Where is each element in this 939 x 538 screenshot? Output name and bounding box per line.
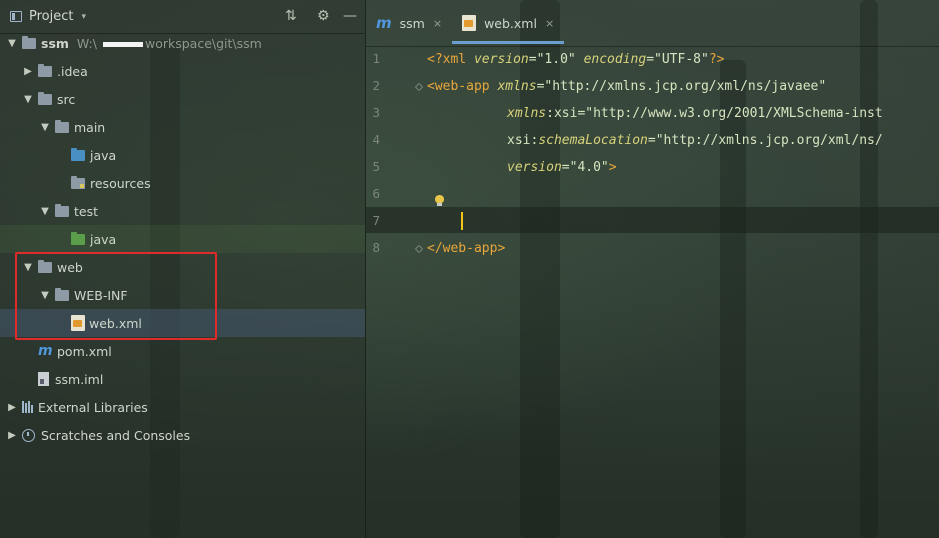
tree-item-label: java [90,147,117,163]
tree-item-main[interactable]: ▼ main [0,113,365,141]
line-number: 4 [372,132,380,147]
text-caret [461,212,463,230]
line-number: 6 [372,186,380,201]
tree-item-java-main[interactable]: java [0,141,365,169]
tree-item-scratches[interactable]: ▶ Scratches and Consoles [0,421,365,449]
tree-item-label: java [90,231,117,247]
chevron-down-icon[interactable]: ▼ [6,38,18,49]
tree-item-label: ssm.iml [55,371,104,387]
collapse-all-icon[interactable]: ⇅ [285,8,297,24]
tree-item-label: ssm [41,35,69,51]
tab-label: web.xml [484,15,537,31]
redacted-segment [102,41,143,47]
libraries-icon [22,401,33,413]
editor-tab-bar: m ssm × web.xml × [366,0,939,47]
close-icon[interactable]: × [545,17,554,30]
hide-panel-icon[interactable]: — [343,8,357,24]
code-line-5: version="4.0"> [507,160,617,175]
tab-ssm[interactable]: m ssm × [366,0,452,46]
project-panel: Project ▾ ⇅ ⚙ — ▼ ssm W:\ workspace\git\s… [0,0,366,538]
line-number: 7 [372,213,380,228]
line-number: 8 [372,240,380,255]
source-folder-icon [71,147,85,161]
resources-folder-icon [71,175,85,189]
close-icon[interactable]: × [433,17,442,30]
tree-item-resources[interactable]: resources [0,169,365,197]
folder-icon [38,91,52,105]
project-view-selector[interactable]: Project [29,9,73,24]
project-window-icon [10,11,22,22]
tree-item-label: .idea [57,63,88,79]
line-number: 2 [372,78,380,93]
current-line-highlight [366,207,939,233]
chevron-down-icon[interactable]: ▼ [39,122,51,133]
folder-icon [22,35,36,49]
xml-file-icon [462,15,477,31]
test-folder-icon [71,231,85,245]
tab-label: ssm [399,15,425,31]
tree-item-ssm-iml[interactable]: ssm.iml [0,365,365,393]
tree-item-label: External Libraries [38,399,148,415]
tree-item-label: main [74,119,106,135]
chevron-down-icon[interactable]: ▼ [39,206,51,217]
line-number: 1 [372,51,380,66]
tree-item-idea[interactable]: ▶ .idea [0,57,365,85]
maven-icon: m [38,343,53,359]
code-line-1: <?xml version="1.0" encoding="UTF-8"?> [427,52,725,67]
tree-item-label: test [74,203,99,219]
chevron-right-icon[interactable]: ▶ [6,430,18,441]
chevron-right-icon[interactable]: ▶ [22,66,34,77]
chevron-down-icon[interactable]: ▾ [81,12,86,22]
tree-item-src[interactable]: ▼ src [0,85,365,113]
tree-item-label: Scratches and Consoles [41,427,191,443]
fold-icon[interactable] [414,245,424,255]
code-line-4: xsi:schemaLocation="http://xmlns.jcp.org… [507,133,883,148]
tree-item-label: pom.xml [57,343,112,359]
editor-area: m ssm × web.xml × 1 2 3 4 5 6 7 8 <?xml … [366,0,939,538]
folder-icon [55,119,69,133]
fold-icon[interactable] [414,83,424,93]
tree-item-label: src [57,91,76,107]
folder-icon [38,63,52,77]
line-number: 3 [372,105,380,120]
tree-item-label: resources [90,175,151,191]
project-path: W:\ workspace\git\ssm [76,35,262,51]
chevron-right-icon[interactable]: ▶ [6,402,18,413]
code-line-2: <web-app xmlns="http://xmlns.jcp.org/xml… [427,79,827,94]
scratches-icon [22,428,35,442]
line-number: 5 [372,159,380,174]
tree-item-pom[interactable]: m pom.xml [0,337,365,365]
lightbulb-icon[interactable] [435,195,444,206]
maven-icon: m [376,14,392,32]
tab-web-xml[interactable]: web.xml × [452,0,565,46]
gear-icon[interactable]: ⚙ [317,8,330,24]
module-file-icon [38,372,49,386]
code-editor[interactable]: 1 2 3 4 5 6 7 8 <?xml version="1.0" enco… [366,46,939,538]
code-line-8: </web-app> [427,241,506,256]
tree-item-external-libraries[interactable]: ▶ External Libraries [0,393,365,421]
code-line-3: xmlns:xsi="http://www.w3.org/2001/XMLSch… [507,106,883,121]
folder-icon [55,203,69,217]
chevron-down-icon[interactable]: ▼ [22,94,34,105]
tree-item-ssm[interactable]: ▼ ssm W:\ workspace\git\ssm [0,29,365,57]
highlight-annotation-box [15,252,217,340]
tree-item-test[interactable]: ▼ test [0,197,365,225]
tree-item-java-test[interactable]: java [0,225,365,253]
